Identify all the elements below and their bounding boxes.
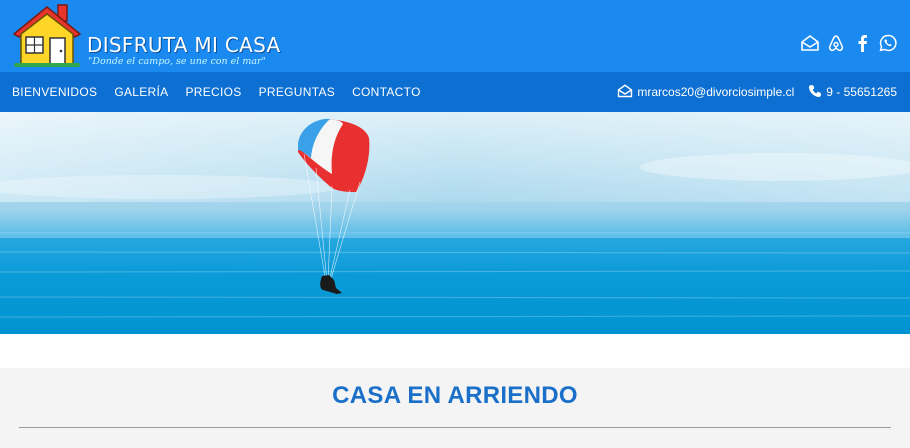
- site-header: DISFRUTA MI CASA "Donde el campo, se une…: [0, 0, 910, 72]
- brand-tagline: "Donde el campo, se une con el mar": [88, 56, 266, 67]
- contact-phone[interactable]: 9 - 55651265: [826, 85, 897, 99]
- divider: [19, 427, 891, 428]
- brand-title: DISFRUTA MI CASA: [87, 33, 281, 57]
- nav-item-precios[interactable]: PRECIOS: [185, 85, 241, 99]
- nav-menu: BIENVENIDOS GALERÍA PRECIOS PREGUNTAS CO…: [12, 72, 421, 112]
- hero-image: [0, 112, 910, 334]
- main-navbar: BIENVENIDOS GALERÍA PRECIOS PREGUNTAS CO…: [0, 72, 910, 112]
- phone-icon: [808, 84, 822, 101]
- nav-item-preguntas[interactable]: PREGUNTAS: [259, 85, 336, 99]
- content-section: CASA EN ARRIENDO: [0, 368, 910, 448]
- social-links: [800, 33, 898, 53]
- contact-email[interactable]: mrarcos20@divorciosimple.cl: [637, 85, 794, 99]
- envelope-icon: [617, 84, 633, 101]
- contact-info: mrarcos20@divorciosimple.cl 9 - 55651265: [617, 72, 897, 112]
- email-icon[interactable]: [800, 33, 820, 53]
- house-logo[interactable]: [12, 4, 82, 68]
- nav-item-galeria[interactable]: GALERÍA: [114, 85, 168, 99]
- nav-item-contacto[interactable]: CONTACTO: [352, 85, 421, 99]
- paraglider-ocean-image: [0, 112, 910, 334]
- facebook-icon[interactable]: [852, 33, 872, 53]
- whatsapp-icon[interactable]: [878, 33, 898, 53]
- section-title: CASA EN ARRIENDO: [332, 382, 578, 409]
- nav-item-bienvenidos[interactable]: BIENVENIDOS: [12, 85, 97, 99]
- airbnb-icon[interactable]: [826, 33, 846, 53]
- house-icon: [12, 4, 82, 67]
